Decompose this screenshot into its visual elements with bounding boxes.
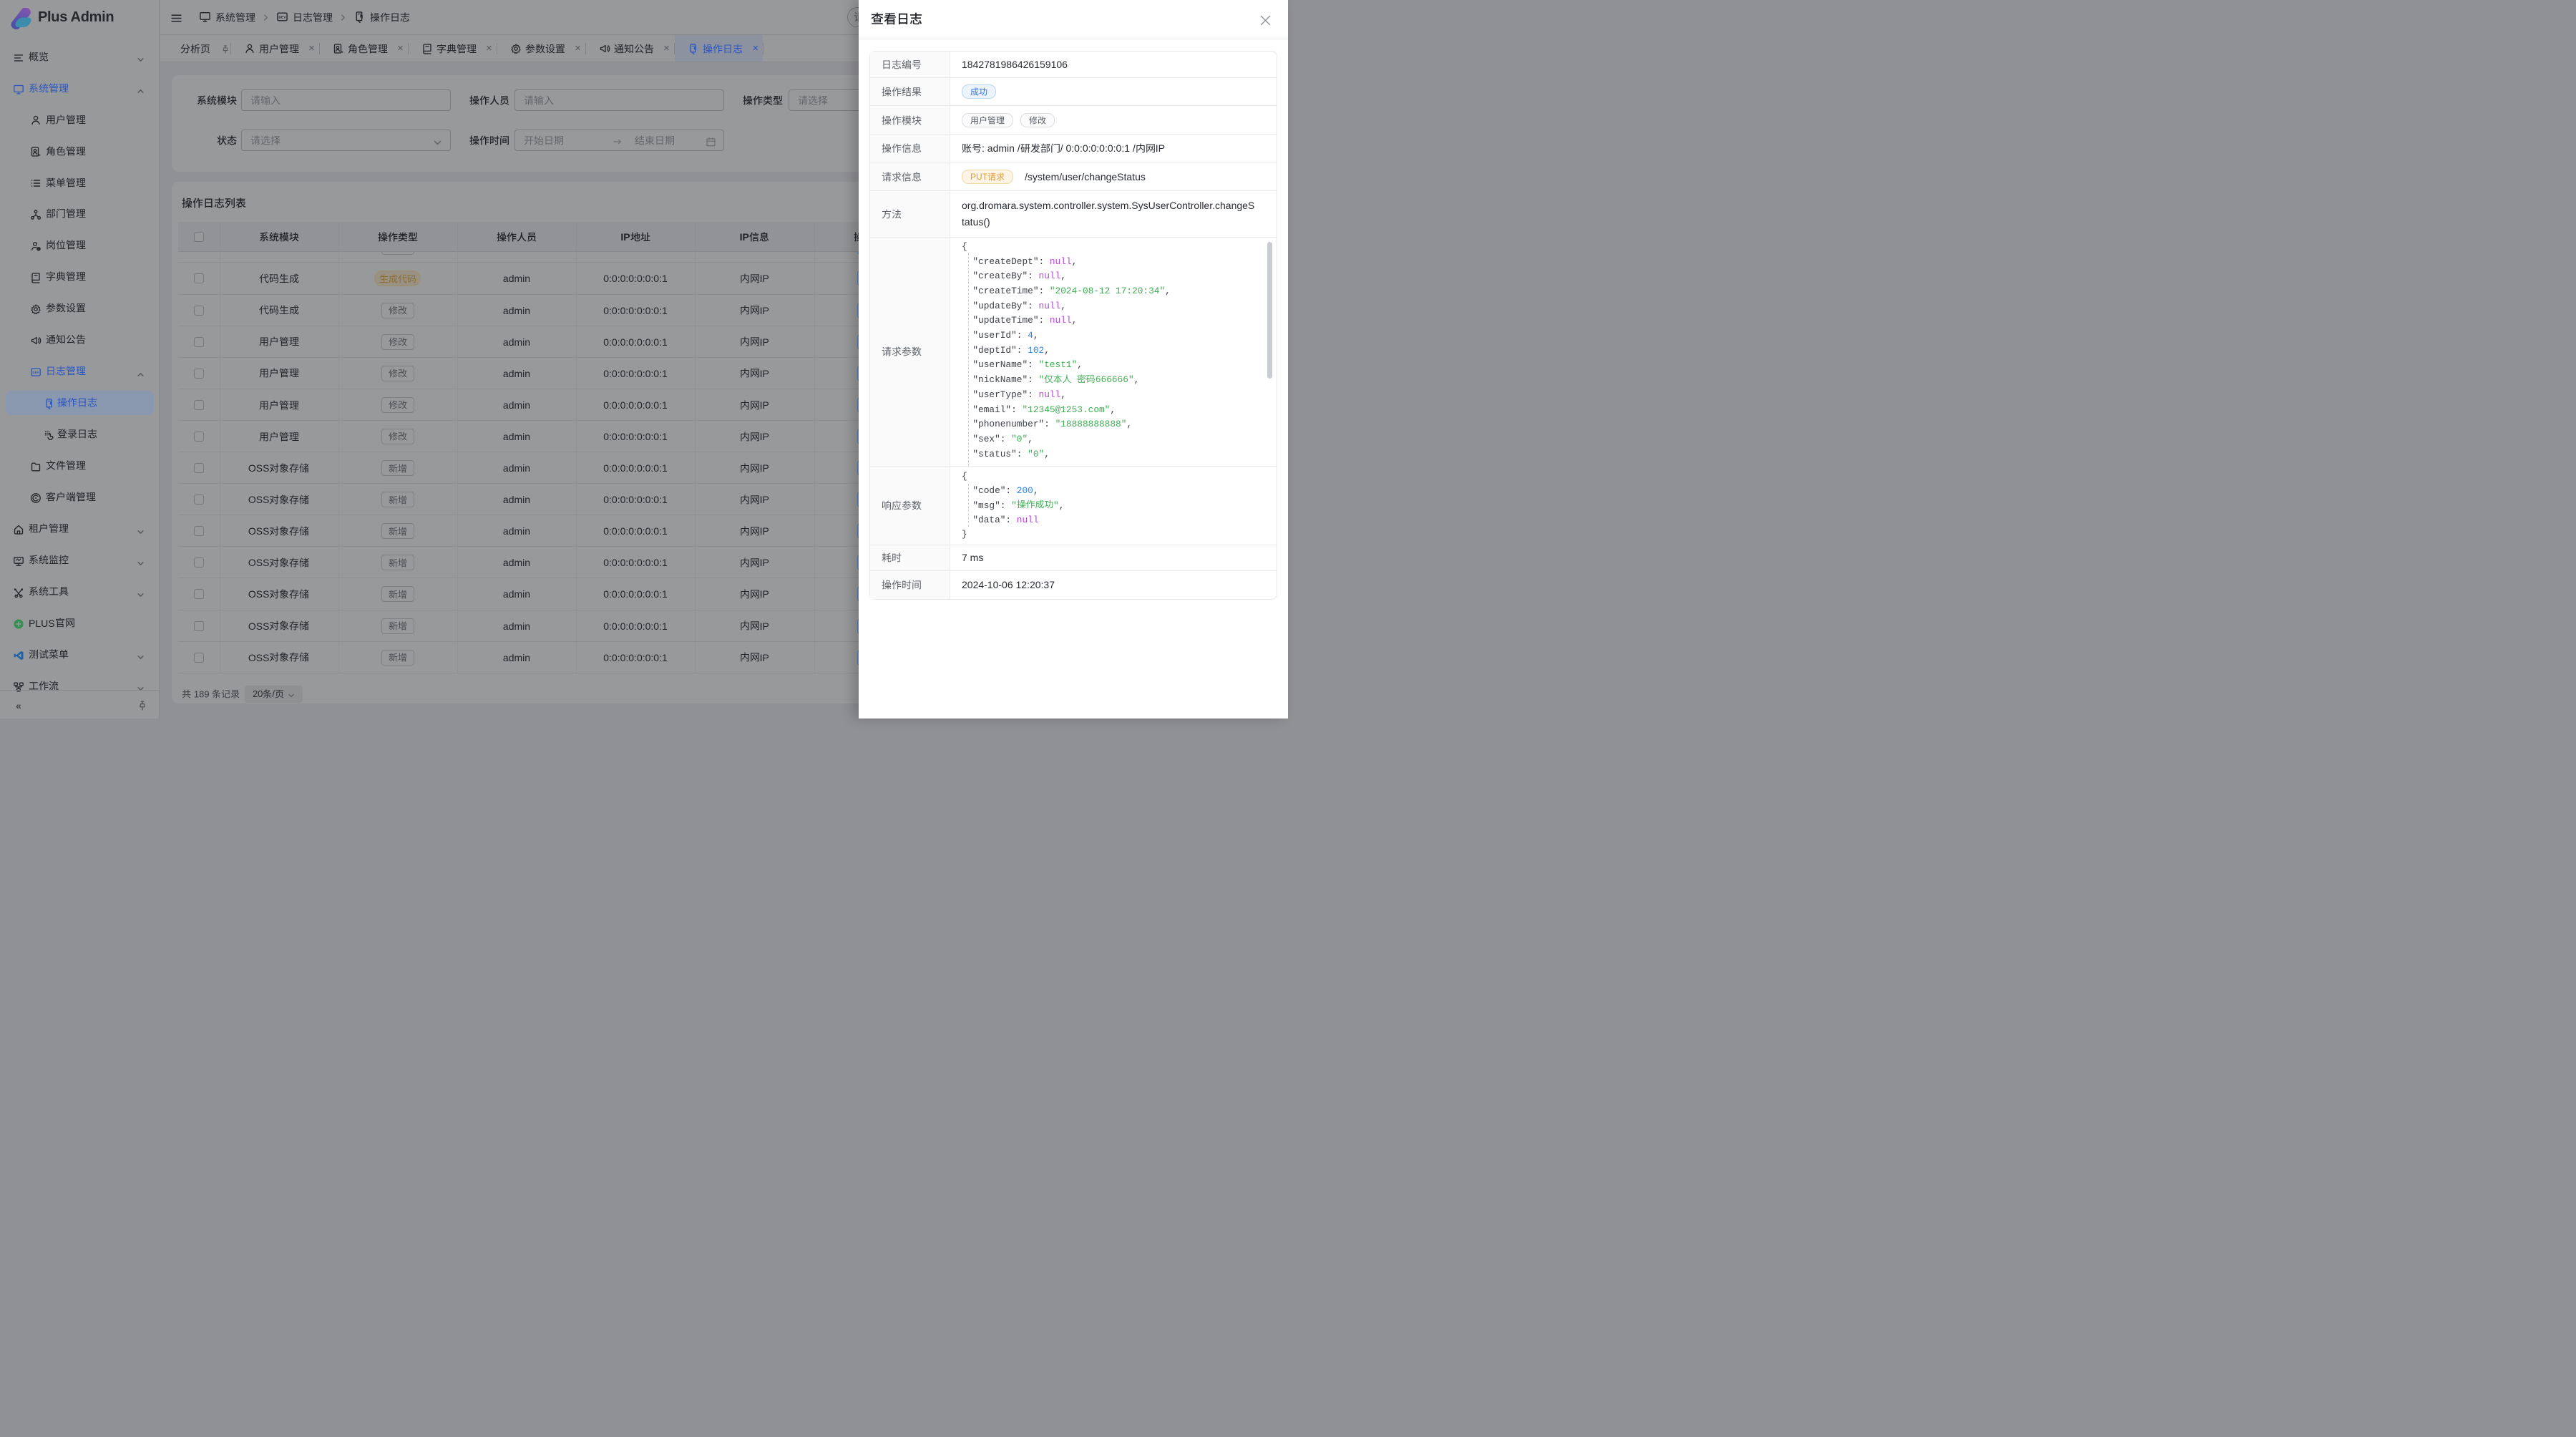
svg-text:DEV: DEV [32,371,39,374]
svg-text:DEV: DEV [278,16,286,20]
